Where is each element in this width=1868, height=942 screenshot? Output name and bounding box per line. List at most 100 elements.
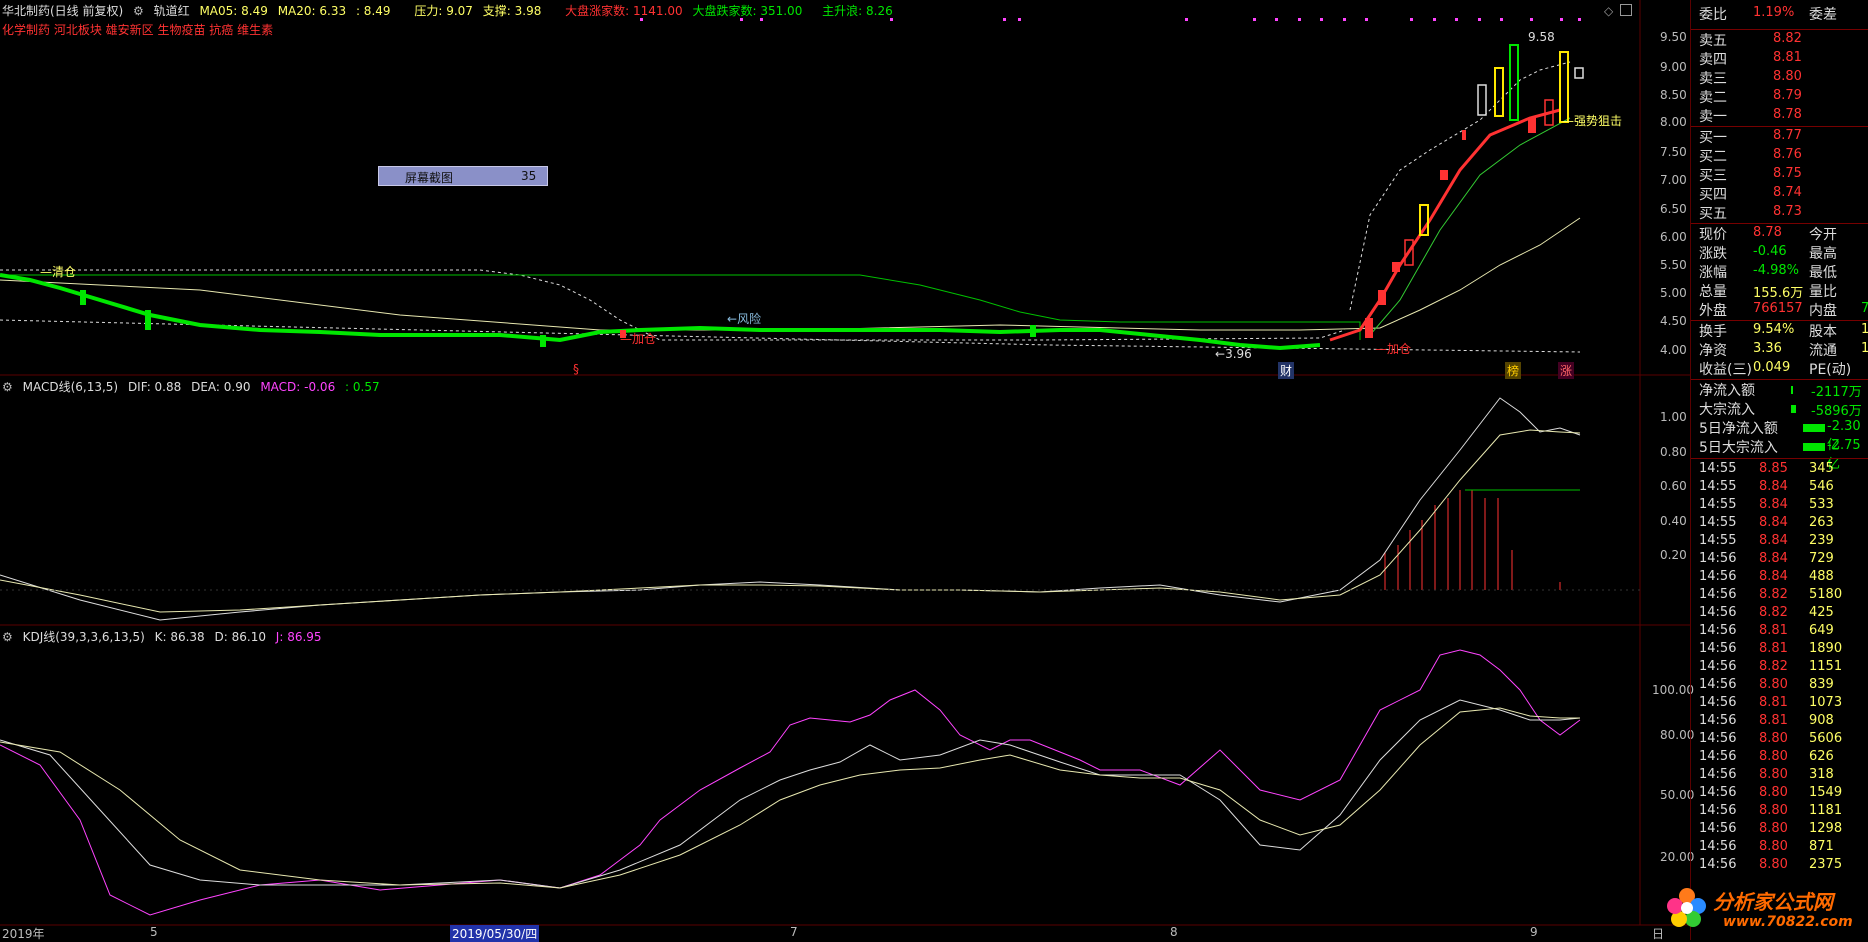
bid-label: 买三 xyxy=(1699,168,1727,184)
y-tick: 8.50 xyxy=(1660,88,1687,102)
kdj-title[interactable]: KDJ线(39,3,3,6,13,5) xyxy=(23,630,145,644)
y-tick: 0.20 xyxy=(1660,548,1687,562)
macd-y-axis: 1.00 0.80 0.60 0.40 0.20 xyxy=(1642,375,1690,625)
add1-text: 加仓 xyxy=(632,332,657,346)
flow-row: 净流入额 -2117万 xyxy=(1691,380,1868,400)
tick-row[interactable]: 14:56 8.80 5606 xyxy=(1691,730,1868,748)
tick-volume: 871 xyxy=(1809,839,1834,854)
quote-label: 净资 xyxy=(1699,343,1727,359)
badge-zhang[interactable]: 涨 xyxy=(1558,362,1575,379)
tick-time: 14:56 xyxy=(1699,839,1737,854)
flow-label: 5日大宗流入 xyxy=(1699,440,1778,456)
tick-row[interactable]: 14:55 8.84 533 xyxy=(1691,496,1868,514)
tick-row[interactable]: 14:56 8.80 626 xyxy=(1691,748,1868,766)
tick-row[interactable]: 14:56 8.80 1181 xyxy=(1691,802,1868,820)
flow-label: 净流入额 xyxy=(1699,383,1755,399)
tick-time: 14:56 xyxy=(1699,587,1737,602)
quote-row: 换手 9.54% 股本 1 xyxy=(1691,321,1868,340)
macd-title[interactable]: MACD线(6,13,5) xyxy=(23,380,119,394)
tick-price: 8.80 xyxy=(1759,767,1788,782)
tick-volume: 1549 xyxy=(1809,785,1843,800)
flow-bar xyxy=(1791,386,1793,394)
x-label-aug: 8 xyxy=(1170,925,1178,939)
y-tick: 9.00 xyxy=(1660,60,1687,74)
macd-settings-icon[interactable]: ⚙ xyxy=(2,380,13,394)
risk-label: ←风险 xyxy=(727,312,762,326)
tick-price: 8.80 xyxy=(1759,821,1788,836)
tick-row[interactable]: 14:56 8.80 1549 xyxy=(1691,784,1868,802)
tick-row[interactable]: 14:55 8.84 263 xyxy=(1691,514,1868,532)
flow-value: -5896万 xyxy=(1811,404,1862,419)
y-tick: 1.00 xyxy=(1660,410,1687,424)
flow-row: 5日大宗流入 -2.75亿 xyxy=(1691,437,1868,472)
tick-price: 8.84 xyxy=(1759,479,1788,494)
tick-volume: 626 xyxy=(1809,749,1834,764)
kdj-y-axis: 100.00 80.00 50.00 20.00 0 xyxy=(1642,625,1694,925)
add-position-label-2: —加仓 xyxy=(1375,342,1412,356)
ask-row[interactable]: 卖五 8.82 xyxy=(1691,30,1868,49)
flow-label: 大宗流入 xyxy=(1699,402,1755,418)
ask-price: 8.81 xyxy=(1773,50,1802,65)
tick-time: 14:56 xyxy=(1699,731,1737,746)
quote-value: -0.46 xyxy=(1753,244,1787,259)
quote-value2: 1 xyxy=(1861,341,1868,356)
period-label[interactable]: 日 xyxy=(1652,925,1664,942)
tick-row[interactable]: 14:56 8.80 1298 xyxy=(1691,820,1868,838)
quote-value: -4.98% xyxy=(1753,263,1799,278)
tick-row[interactable]: 14:56 8.80 839 xyxy=(1691,676,1868,694)
tick-price: 8.81 xyxy=(1759,623,1788,638)
ask-row[interactable]: 卖一 8.78 xyxy=(1691,106,1868,125)
quote-label2: 股本 xyxy=(1809,324,1837,340)
tick-volume: 425 xyxy=(1809,605,1834,620)
macd-header: ⚙ MACD线(6,13,5) DIF: 0.88 DEA: 0.90 MACD… xyxy=(2,378,386,395)
tick-volume: 908 xyxy=(1809,713,1834,728)
tick-volume: 1181 xyxy=(1809,803,1843,818)
tick-list[interactable]: 14:55 8.85 345 14:55 8.84 546 14:55 8.84 533 14:5… xyxy=(1691,460,1868,940)
tick-row[interactable]: 14:56 8.81 1073 xyxy=(1691,694,1868,712)
clear-position-label: —清仓 xyxy=(40,265,77,279)
flow-row: 大宗流入 -5896万 xyxy=(1691,399,1868,419)
tick-row[interactable]: 14:56 8.81 908 xyxy=(1691,712,1868,730)
ask-row[interactable]: 卖三 8.80 xyxy=(1691,68,1868,87)
y-tick: 100.00 xyxy=(1652,683,1694,697)
bid-label: 买五 xyxy=(1699,206,1727,222)
tick-row[interactable]: 14:56 8.84 729 xyxy=(1691,550,1868,568)
tick-row[interactable]: 14:55 8.84 546 xyxy=(1691,478,1868,496)
tick-row[interactable]: 14:55 8.84 239 xyxy=(1691,532,1868,550)
kdj-settings-icon[interactable]: ⚙ xyxy=(2,630,13,644)
bid-row[interactable]: 买三 8.75 xyxy=(1691,165,1868,184)
tick-row[interactable]: 14:56 8.81 1890 xyxy=(1691,640,1868,658)
ask-row[interactable]: 卖二 8.79 xyxy=(1691,87,1868,106)
tick-time: 14:56 xyxy=(1699,551,1737,566)
chart-canvas[interactable] xyxy=(0,0,1690,940)
bid-row[interactable]: 买五 8.73 xyxy=(1691,203,1868,222)
macd-dif-line xyxy=(0,397,1581,621)
tick-row[interactable]: 14:56 8.80 318 xyxy=(1691,766,1868,784)
x-label-cursor-date[interactable]: 2019/05/30/四 xyxy=(450,925,540,942)
badge-cai[interactable]: 财 xyxy=(1278,362,1295,379)
tick-row[interactable]: 14:56 8.82 5180 xyxy=(1691,586,1868,604)
badge-rong[interactable]: 榜 xyxy=(1505,362,1522,379)
tick-row[interactable]: 14:56 8.81 649 xyxy=(1691,622,1868,640)
tick-time: 14:56 xyxy=(1699,569,1737,584)
tick-row[interactable]: 14:56 8.80 2375 xyxy=(1691,856,1868,874)
badge-s[interactable]: § xyxy=(573,362,579,376)
tick-row[interactable]: 14:55 8.85 345 xyxy=(1691,460,1868,478)
bid-label: 买四 xyxy=(1699,187,1727,203)
tick-volume: 729 xyxy=(1809,551,1834,566)
ask-row[interactable]: 卖四 8.81 xyxy=(1691,49,1868,68)
tick-row[interactable]: 14:56 8.80 871 xyxy=(1691,838,1868,856)
tick-row[interactable]: 14:56 8.84 488 xyxy=(1691,568,1868,586)
bid-row[interactable]: 买二 8.76 xyxy=(1691,146,1868,165)
trend-red-line xyxy=(1329,108,1561,342)
tick-row[interactable]: 14:56 8.82 425 xyxy=(1691,604,1868,622)
quote-value: 8.78 xyxy=(1753,225,1782,240)
bid-row[interactable]: 买四 8.74 xyxy=(1691,184,1868,203)
ask-label: 卖二 xyxy=(1699,90,1727,106)
quote-value: 766157 xyxy=(1753,301,1803,316)
tick-row[interactable]: 14:56 8.82 1151 xyxy=(1691,658,1868,676)
ask-price: 8.79 xyxy=(1773,88,1802,103)
bid-row[interactable]: 买一 8.77 xyxy=(1691,127,1868,146)
macd-extra: : 0.57 xyxy=(345,380,380,394)
quote-label: 涨幅 xyxy=(1699,265,1727,281)
